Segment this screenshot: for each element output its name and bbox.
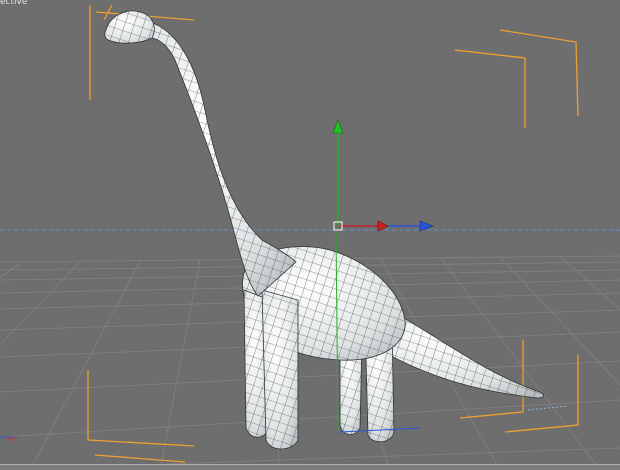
3d-viewport[interactable]: ×z ective (0, 0, 620, 470)
viewport-canvas[interactable]: ×z (0, 0, 620, 470)
viewport-background (0, 0, 620, 470)
viewport-bottom-bar (0, 464, 620, 470)
viewport-name-label: ective (0, 0, 28, 7)
svg-text:×z: ×z (6, 434, 17, 443)
